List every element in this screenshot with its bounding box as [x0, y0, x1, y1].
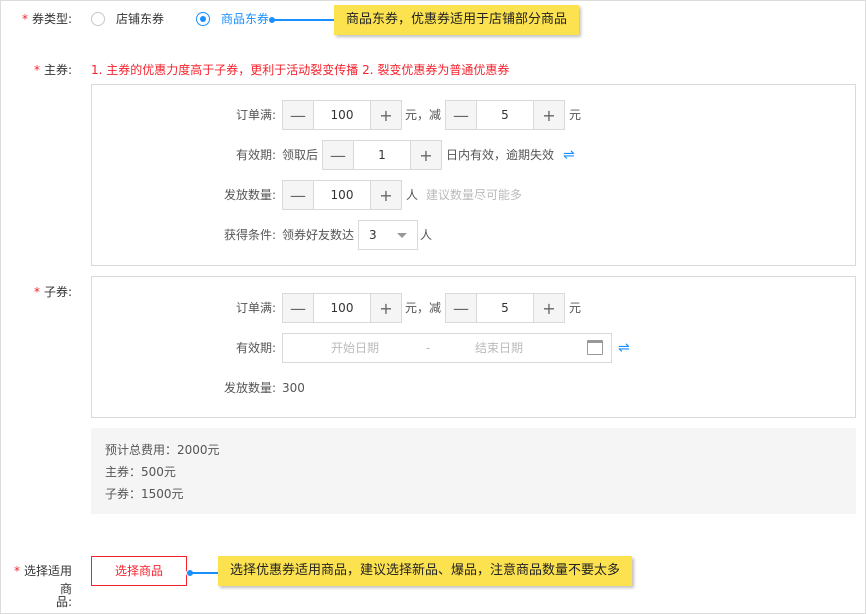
main-yuan-minus-text: 元，减: [405, 108, 442, 122]
main-order-min-stepper[interactable]: — 100 +: [282, 100, 402, 130]
main-coupon-label: * 主券:: [33, 63, 72, 77]
main-quantity-hint: 建议数量尽可能多: [426, 188, 523, 202]
main-validity-days-value[interactable]: 1: [354, 141, 410, 169]
summary-sub: 子券：1500元: [105, 487, 184, 501]
main-condition-unit: 人: [420, 228, 433, 242]
radio-goods-coupon-label[interactable]: 商品东券: [221, 10, 269, 28]
main-quantity-unit: 人: [406, 188, 419, 202]
sub-quantity-label: 发放数量:: [223, 381, 276, 395]
main-quantity-value[interactable]: 100: [314, 181, 370, 209]
sub-yuan-text: 元: [569, 301, 582, 315]
date-range-separator: -: [426, 341, 431, 355]
start-date-input[interactable]: 开始日期: [331, 334, 379, 362]
main-condition-select[interactable]: 3: [358, 220, 418, 250]
coupon-type-callout: 商品东券，优惠券适用于店铺部分商品: [334, 5, 580, 35]
sub-yuan-minus-text: 元，减: [405, 301, 442, 315]
sub-discount-stepper[interactable]: — 5 +: [445, 293, 565, 323]
chevron-down-icon: [397, 233, 407, 238]
minus-button[interactable]: —: [323, 141, 354, 169]
sub-date-range-picker[interactable]: 开始日期 - 结束日期: [282, 333, 612, 363]
main-coupon-panel: 订单满: — 100 + 元，减 — 5 + 元 有效期: 领取后 — 1 + …: [91, 84, 856, 266]
sub-quantity-value: 300: [282, 381, 305, 395]
main-quantity-label: 发放数量:: [223, 188, 276, 202]
swap-icon[interactable]: ⇌: [563, 140, 575, 170]
summary-main: 主券：500元: [105, 465, 176, 479]
main-coupon-hint: 1. 主券的优惠力度高于子券，更利于活动裂变传播 2. 裂变优惠券为普通优惠券: [91, 63, 510, 77]
main-quantity-stepper[interactable]: — 100 +: [282, 180, 402, 210]
minus-button[interactable]: —: [446, 294, 477, 322]
radio-shop-coupon[interactable]: [91, 12, 105, 26]
main-discount-stepper[interactable]: — 5 +: [445, 100, 565, 130]
minus-button[interactable]: —: [283, 181, 314, 209]
plus-button[interactable]: +: [370, 181, 401, 209]
main-yuan-text: 元: [569, 108, 582, 122]
main-condition-prefix: 领券好友数达: [282, 228, 355, 242]
select-goods-button[interactable]: 选择商品: [91, 556, 187, 586]
minus-button[interactable]: —: [283, 101, 314, 129]
main-validity-days-stepper[interactable]: — 1 +: [322, 140, 442, 170]
plus-button[interactable]: +: [370, 294, 401, 322]
plus-button[interactable]: +: [370, 101, 401, 129]
radio-shop-coupon-label[interactable]: 店铺东券: [116, 10, 164, 28]
main-order-min-value[interactable]: 100: [314, 101, 370, 129]
sub-order-min-value[interactable]: 100: [314, 294, 370, 322]
coupon-type-label: * 券类型:: [21, 12, 72, 26]
end-date-input[interactable]: 结束日期: [475, 334, 523, 362]
main-validity-label: 有效期:: [235, 148, 276, 162]
goods-callout: 选择优惠券适用商品，建议选择新品、爆品，注意商品数量不要太多: [218, 556, 633, 586]
main-discount-value[interactable]: 5: [477, 101, 533, 129]
main-condition-label: 获得条件:: [223, 228, 276, 242]
sub-validity-label: 有效期:: [235, 341, 276, 355]
main-order-label: 订单满:: [235, 108, 276, 122]
plus-button[interactable]: +: [533, 101, 564, 129]
goods-label-line2: 品:: [55, 595, 72, 609]
calendar-icon[interactable]: [587, 340, 603, 355]
swap-icon[interactable]: ⇌: [618, 333, 630, 363]
cost-summary-panel: 预计总费用：2000元 主券：500元 子券：1500元: [91, 428, 856, 514]
radio-goods-coupon[interactable]: [196, 12, 210, 26]
minus-button[interactable]: —: [446, 101, 477, 129]
sub-order-label: 订单满:: [235, 301, 276, 315]
plus-button[interactable]: +: [410, 141, 441, 169]
summary-total: 预计总费用：2000元: [105, 443, 220, 457]
callout-pointer-line: [272, 19, 334, 21]
sub-discount-value[interactable]: 5: [477, 294, 533, 322]
main-validity-prefix: 领取后: [282, 148, 319, 162]
plus-button[interactable]: +: [533, 294, 564, 322]
sub-order-min-stepper[interactable]: — 100 +: [282, 293, 402, 323]
sub-coupon-panel: 订单满: — 100 + 元，减 — 5 + 元 有效期: 开始日期 - 结束日…: [91, 276, 856, 418]
callout-pointer-line: [190, 572, 218, 574]
minus-button[interactable]: —: [283, 294, 314, 322]
main-validity-suffix: 日内有效，逾期失效: [446, 148, 555, 162]
main-condition-value: 3: [369, 228, 377, 242]
sub-coupon-label: * 子券:: [33, 285, 72, 299]
